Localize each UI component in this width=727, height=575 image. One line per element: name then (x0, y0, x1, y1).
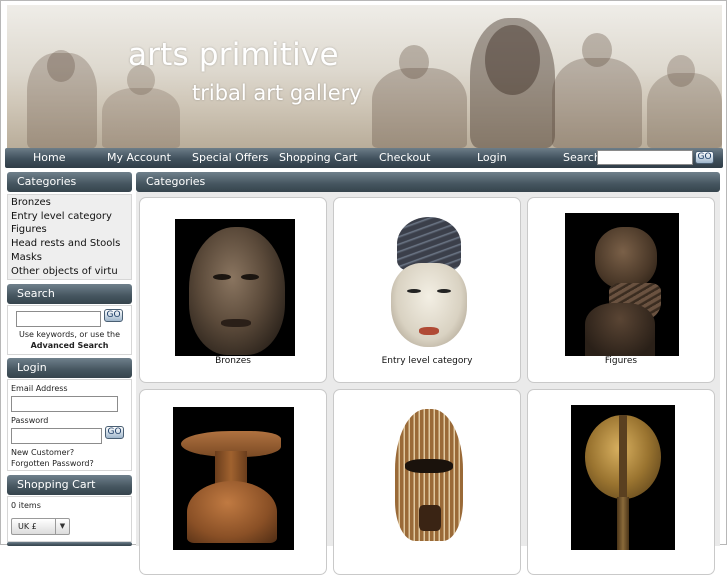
banner-figure-head (667, 55, 695, 87)
sidebar-cart-heading: Shopping Cart (7, 475, 132, 495)
site-title: arts primitive (128, 37, 339, 73)
login-go-button[interactable]: GO (105, 426, 124, 439)
category-link-bronzes[interactable]: Bronzes (8, 196, 131, 210)
sidebar-categories-heading: Categories (7, 172, 132, 192)
email-field[interactable] (11, 396, 118, 412)
nav-login-link[interactable]: Login (477, 151, 507, 164)
category-list: Bronzes Entry level category Figures Hea… (7, 194, 132, 280)
banner-figure (102, 88, 180, 148)
sidebar-next-heading (7, 542, 132, 546)
category-link-head-rests[interactable]: Head rests and Stools (8, 237, 131, 251)
banner-figure-head (582, 33, 612, 67)
category-card-entry-level[interactable]: Entry level category (333, 197, 521, 383)
category-card-masks[interactable] (333, 389, 521, 575)
sidebar-login-heading: Login (7, 358, 132, 378)
nav-search-label: Search (563, 151, 601, 164)
figure-image (565, 213, 679, 356)
new-customer-link[interactable]: New Customer? (11, 448, 74, 457)
nav-checkout-link[interactable]: Checkout (379, 151, 430, 164)
headrest-stool-image (173, 407, 294, 550)
email-label: Email Address (11, 384, 68, 393)
category-card-bronzes[interactable]: Bronzes (139, 197, 327, 383)
banner-figure-head (399, 45, 429, 79)
nav-my-account-link[interactable]: My Account (107, 151, 171, 164)
advanced-search-link[interactable]: Advanced Search (8, 341, 131, 350)
category-link-entry-level[interactable]: Entry level category (8, 210, 131, 224)
nav-search-go-button[interactable]: GO (695, 151, 714, 164)
category-link-other-objects[interactable]: Other objects of virtu (8, 265, 131, 279)
category-card-other-objects[interactable] (527, 389, 715, 575)
category-link-masks[interactable]: Masks (8, 251, 131, 265)
category-card-figures[interactable]: Figures (527, 197, 715, 383)
nav-shopping-cart-link[interactable]: Shopping Cart (279, 151, 357, 164)
search-hint-text: Use keywords, or use the (19, 330, 120, 339)
bronze-head-image (175, 219, 295, 356)
main-nav: Home My Account Special Offers Shopping … (5, 148, 723, 168)
sidebar-cart-panel: 0 items UK £ ▼ (7, 496, 132, 542)
page-frame: arts primitive tribal art gallery Home M… (0, 0, 727, 575)
sidebar-search-heading: Search (7, 284, 132, 304)
banner-figure-head (47, 50, 75, 82)
sidebar-login-panel: Email Address Password GO New Customer? … (7, 379, 132, 471)
banner-figure (372, 68, 467, 148)
nav-search-input[interactable] (597, 150, 693, 165)
category-grid: Bronzes Entry level category Figures (136, 192, 720, 575)
nav-special-offers-link[interactable]: Special Offers (192, 151, 268, 164)
password-label: Password (11, 416, 49, 425)
nav-home-link[interactable]: Home (33, 151, 65, 164)
white-mask-image (381, 215, 477, 356)
striped-mask-image (381, 405, 477, 550)
card-caption: Figures (604, 356, 638, 366)
sidebar-search-input[interactable] (16, 311, 101, 327)
sidebar-search-go-button[interactable]: GO (104, 309, 123, 322)
reliquary-figure-image (571, 405, 675, 550)
forgotten-password-link[interactable]: Forgotten Password? (11, 459, 94, 468)
card-caption: Bronzes (215, 356, 251, 366)
password-field[interactable] (11, 428, 102, 444)
card-caption: Entry level category (381, 356, 473, 366)
banner-mask-face (485, 25, 540, 95)
cart-items-count: 0 items (11, 501, 41, 510)
category-card-head-rests[interactable] (139, 389, 327, 575)
chevron-down-icon: ▼ (55, 519, 69, 534)
main-categories-heading: Categories (136, 172, 720, 192)
banner-figure (552, 58, 642, 148)
site-tagline: tribal art gallery (192, 81, 362, 105)
currency-select-value: UK £ (18, 522, 37, 531)
sidebar-search-panel: GO Use keywords, or use the Advanced Sea… (7, 305, 132, 355)
header-banner: arts primitive tribal art gallery (7, 5, 722, 148)
category-link-figures[interactable]: Figures (8, 223, 131, 237)
currency-select[interactable]: UK £ ▼ (11, 518, 70, 535)
